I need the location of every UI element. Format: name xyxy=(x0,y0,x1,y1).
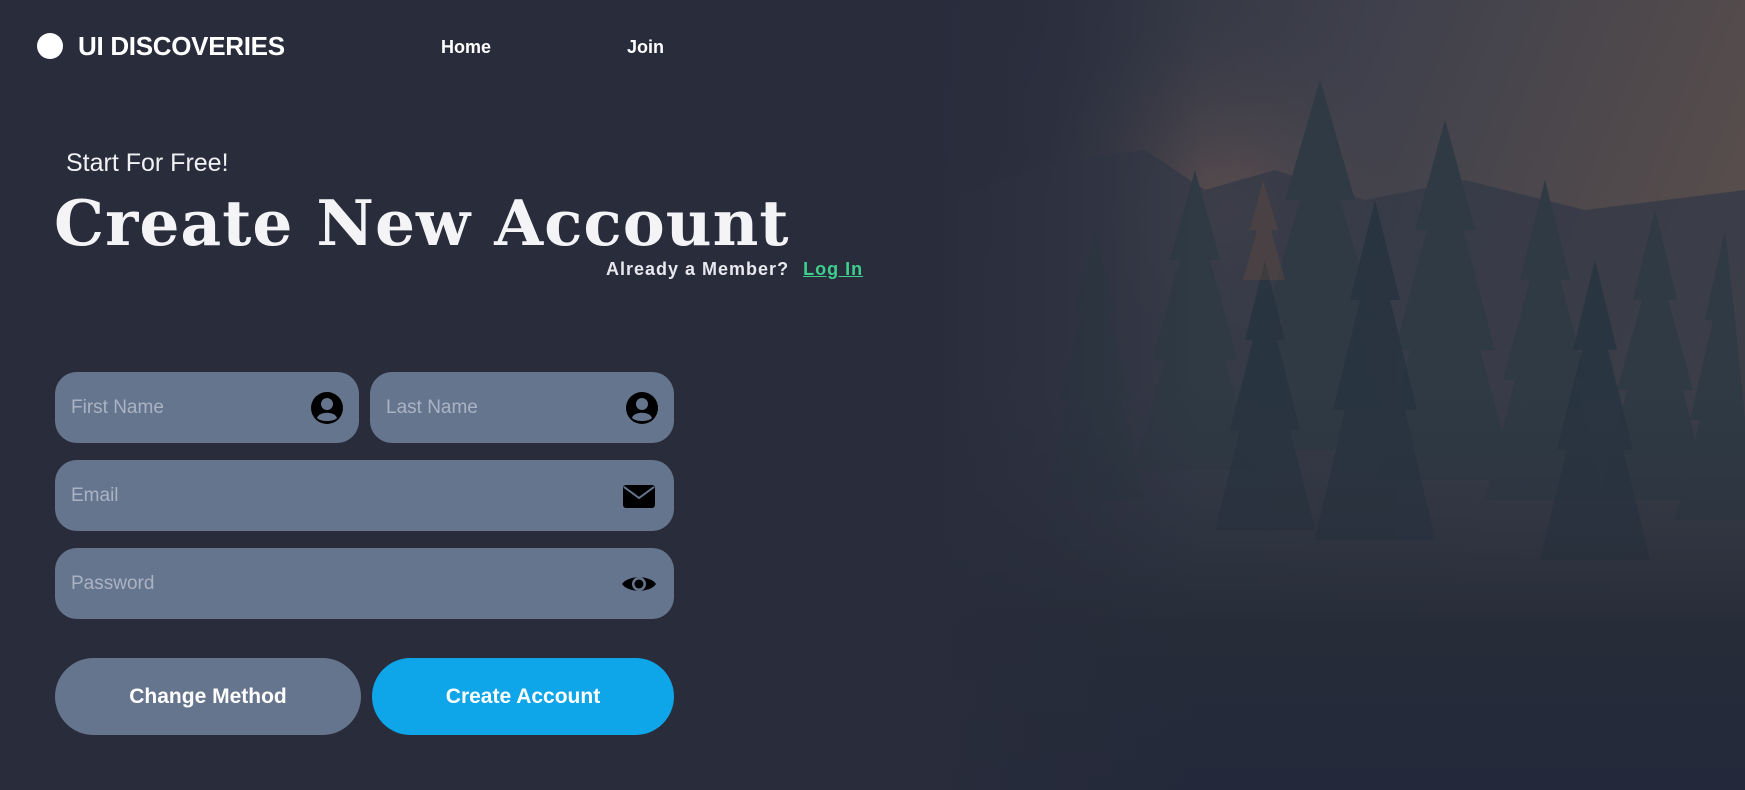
member-prompt-text: Already a Member? xyxy=(606,259,790,279)
last-name-input[interactable] xyxy=(386,372,616,443)
nav-link-home[interactable]: Home xyxy=(441,37,491,58)
user-circle-icon xyxy=(311,392,343,424)
change-method-button[interactable]: Change Method xyxy=(55,658,361,735)
envelope-icon xyxy=(623,485,655,508)
hero-eyebrow: Start For Free! xyxy=(66,149,229,177)
create-account-button[interactable]: Create Account xyxy=(372,658,674,735)
brand-name[interactable]: UI DISCOVERIES xyxy=(78,31,285,62)
top-navigation-bar: UI DISCOVERIES Home Join xyxy=(0,0,900,94)
user-circle-icon xyxy=(626,392,658,424)
password-field[interactable] xyxy=(55,548,674,619)
login-prompt: Already a Member? Log In xyxy=(606,259,863,280)
first-name-input[interactable] xyxy=(71,372,301,443)
page-title: Create New Account xyxy=(54,186,790,260)
nav-link-join[interactable]: Join xyxy=(627,37,664,58)
eye-icon[interactable] xyxy=(621,566,657,602)
last-name-field[interactable] xyxy=(370,372,674,443)
logo-icon xyxy=(37,33,63,59)
background-fade-overlay xyxy=(900,0,1200,790)
login-link[interactable]: Log In xyxy=(803,259,863,279)
email-input[interactable] xyxy=(71,460,611,531)
first-name-field[interactable] xyxy=(55,372,359,443)
password-input[interactable] xyxy=(71,548,611,619)
email-field[interactable] xyxy=(55,460,674,531)
